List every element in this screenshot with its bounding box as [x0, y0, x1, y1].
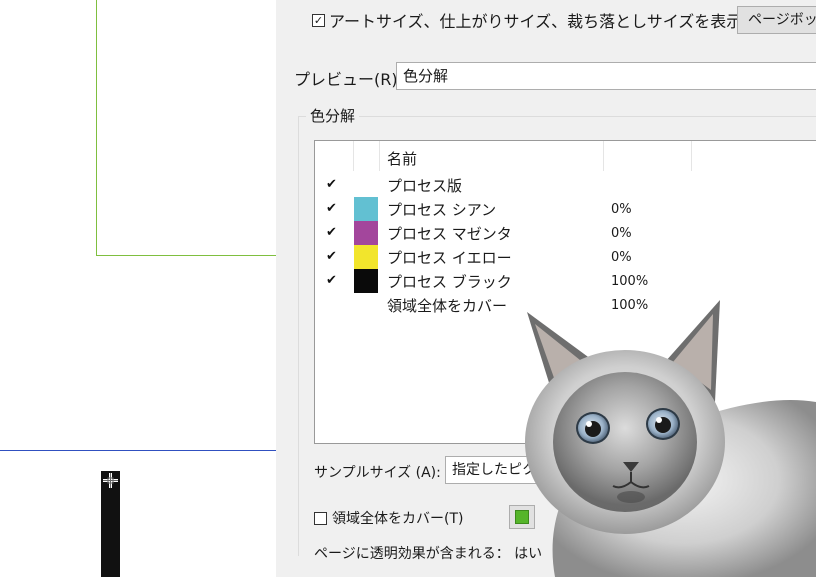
- show-sizes-option[interactable]: ✓ アートサイズ、仕上がりサイズ、裁ち落としサイズを表示(X): [312, 8, 766, 32]
- list-header: 名前: [315, 141, 816, 171]
- separation-row-process-plate[interactable]: ✔ プロセス版: [315, 173, 816, 197]
- row-checkbox[interactable]: ✔: [325, 202, 338, 215]
- row-checkbox[interactable]: ✔: [325, 250, 338, 263]
- row-percent: 100%: [611, 274, 649, 289]
- show-sizes-checkbox[interactable]: ✓: [312, 13, 325, 27]
- cover-area-option[interactable]: 領域全体をカバー(T): [314, 508, 463, 528]
- page-box-button[interactable]: ページボックス...: [737, 6, 816, 34]
- row-percent: 0%: [611, 226, 632, 241]
- show-sizes-label: アートサイズ、仕上がりサイズ、裁ち落としサイズを表示(X): [329, 12, 766, 31]
- row-name: プロセス ブラック: [387, 273, 512, 291]
- crosshair-cursor-icon: [103, 473, 118, 488]
- row-checkbox[interactable]: ✔: [325, 274, 338, 287]
- sample-size-label: サンプルサイズ (A):: [314, 465, 441, 481]
- artboard-bounds: [96, 0, 286, 256]
- row-percent: 0%: [611, 250, 632, 265]
- cover-area-checkbox[interactable]: [314, 511, 327, 525]
- document-canvas[interactable]: [0, 0, 286, 577]
- transparency-status: ページに透明効果が含まれる： はい: [314, 546, 543, 562]
- separation-row-cyan[interactable]: ✔ プロセス シアン 0%: [315, 197, 816, 221]
- row-checkbox[interactable]: ✔: [325, 226, 338, 239]
- cover-area-label: 領域全体をカバー(T): [332, 511, 464, 527]
- separation-row-black[interactable]: ✔ プロセス ブラック 100%: [315, 269, 816, 293]
- horizontal-guide: [0, 450, 276, 451]
- yellow-swatch: [354, 245, 378, 269]
- black-swatch: [354, 269, 378, 293]
- separations-group-title: 色分解: [306, 105, 360, 126]
- row-name: 領域全体をカバー: [387, 297, 508, 315]
- separation-row-magenta[interactable]: ✔ プロセス マゼンタ 0%: [315, 221, 816, 245]
- separation-row-yellow[interactable]: ✔ プロセス イエロー 0%: [315, 245, 816, 269]
- column-header-name[interactable]: 名前: [387, 148, 417, 169]
- cyan-swatch: [354, 197, 378, 221]
- row-name: プロセス版: [387, 177, 463, 195]
- row-checkbox[interactable]: ✔: [325, 178, 338, 191]
- magenta-swatch: [354, 221, 378, 245]
- row-name: プロセス マゼンタ: [387, 225, 512, 243]
- row-percent: 0%: [611, 202, 632, 217]
- preview-dropdown[interactable]: 色分解: [396, 62, 816, 90]
- row-name: プロセス シアン: [387, 201, 497, 219]
- cat-photo-overlay: [525, 300, 816, 577]
- row-name: プロセス イエロー: [387, 249, 512, 267]
